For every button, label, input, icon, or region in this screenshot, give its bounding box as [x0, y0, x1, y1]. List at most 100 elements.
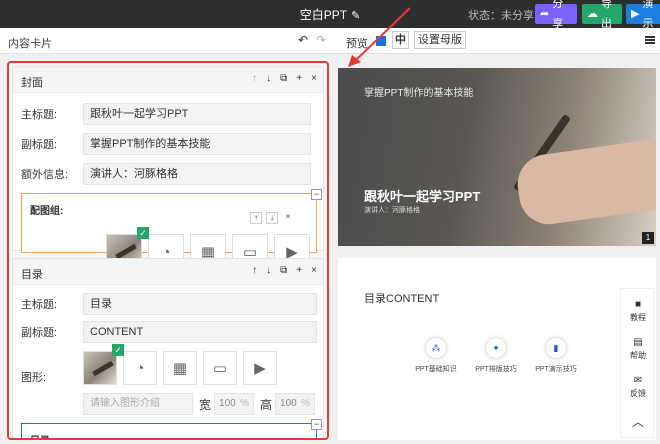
hand-image	[513, 137, 656, 229]
floating-help-panel: ■ 教程 ▤ 帮助 ✉ 反馈 ︿	[620, 288, 654, 438]
main-title-input[interactable]: 跟秋叶一起学习PPT	[83, 103, 311, 125]
tutorial-button[interactable]: ■ 教程	[621, 299, 655, 323]
image-group-ops: ↑ ↓ ×	[250, 212, 294, 224]
move-up-icon[interactable]: ↑	[250, 212, 262, 224]
graphic-intro-input[interactable]: 请输入图形介绍	[83, 393, 193, 415]
main-title-input[interactable]: 目录	[83, 293, 317, 315]
share-button[interactable]: ➦ 分享	[535, 0, 577, 30]
move-down-icon[interactable]: ↓	[266, 73, 271, 84]
card-list[interactable]: 封面 ↑ ↓ ⧉ + × 主标题: 跟秋叶一起学习PPT 副标题: 掌握PPT制…	[8, 58, 328, 440]
slide-title: 跟秋叶一起学习PPT	[364, 189, 481, 204]
graphic-row: 图形:	[21, 369, 83, 385]
main-title-row: 主标题: 跟秋叶一起学习PPT	[21, 103, 311, 125]
video-icon: ■	[634, 299, 642, 310]
height-label: 高	[260, 397, 273, 412]
height-input[interactable]: 100%	[275, 393, 316, 415]
slide-preview-toc[interactable]: 目录CONTENT ⁂ PPT基础知识 ✦ PPT排版技巧 ▮ PPT演示技巧	[338, 258, 656, 440]
toc-node: ⁂ PPT基础知识	[406, 338, 466, 374]
set-master-button[interactable]: 设置母版	[414, 31, 466, 49]
slide-presenter: 演讲人：河豚格格	[364, 207, 420, 214]
present-button[interactable]: ▶ 演示	[626, 0, 660, 30]
main-title-row: 主标题: 目录	[21, 293, 317, 315]
graphic-thumb-photo[interactable]: ✓	[83, 344, 124, 385]
image-group-title: 配图组:	[30, 206, 64, 217]
extra-info-input[interactable]: 演讲人：河豚格格	[83, 163, 311, 185]
toc-card: 目录 ↑ ↓ ⧉ + × 主标题: 目录 副标题: CONTENT 图形: ✓ …	[12, 258, 324, 440]
toc-node: ▮ PPT演示技巧	[526, 338, 586, 374]
delete-icon[interactable]: ×	[282, 212, 294, 224]
card-name: 目录	[21, 269, 43, 281]
extra-info-row: 额外信息: 演讲人：河豚格格	[21, 163, 311, 185]
slide-subtitle: 掌握PPT制作的基本技能	[364, 88, 474, 99]
width-setting: 宽 100%	[199, 393, 255, 415]
copy-icon[interactable]: ⧉	[280, 265, 287, 276]
table-icon[interactable]: ▦	[163, 351, 197, 385]
graphic-options: ✓ ◔ ▦ ▭ ▶	[83, 344, 277, 385]
copy-icon[interactable]: ⧉	[280, 73, 287, 84]
subtitle-row: 副标题: 掌握PPT制作的基本技能	[21, 133, 311, 155]
book-icon: ▤	[633, 337, 643, 348]
move-down-icon[interactable]: ↓	[266, 265, 271, 276]
graphic-label: 图形:	[21, 372, 47, 384]
card-name: 封面	[21, 77, 43, 89]
export-button[interactable]: ☁ 导出	[582, 0, 622, 30]
add-icon[interactable]: +	[296, 265, 302, 276]
node-icon: ⁂	[426, 338, 446, 358]
collapse-icon[interactable]: −	[311, 189, 322, 200]
main-title-label: 主标题:	[21, 109, 58, 121]
top-bar: 空白PPT ✎ 状态：未分享 ➦ 分享 ☁ 导出 ▶ 演示	[0, 0, 660, 30]
menu-icon[interactable]	[645, 36, 655, 44]
help-button[interactable]: ▤ 帮助	[621, 337, 655, 361]
cover-card: 封面 ↑ ↓ ⧉ + × 主标题: 跟秋叶一起学习PPT 副标题: 掌握PPT制…	[12, 66, 324, 270]
edit-pen-icon[interactable]: ✎	[351, 10, 360, 22]
toc-card-header: 目录 ↑ ↓ ⧉ + ×	[13, 259, 323, 285]
share-icon: ➦	[540, 8, 550, 20]
share-status: 状态：未分享	[468, 10, 534, 22]
subtitle-label: 副标题:	[21, 139, 58, 151]
height-setting: 高 100%	[260, 393, 316, 415]
move-up-icon[interactable]: ↑	[252, 265, 257, 276]
width-input[interactable]: 100%	[214, 393, 255, 415]
theme-color-swatch[interactable]	[376, 36, 386, 46]
move-down-icon[interactable]: ↓	[266, 212, 278, 224]
language-toggle[interactable]: 中	[392, 31, 409, 49]
delete-icon[interactable]: ×	[311, 265, 317, 276]
subtitle-input[interactable]: 掌握PPT制作的基本技能	[83, 133, 311, 155]
toc-node: ✦ PPT排版技巧	[466, 338, 526, 374]
back-to-top-icon[interactable]: ︿	[621, 413, 655, 430]
message-icon: ✉	[633, 375, 643, 386]
collapse-icon[interactable]: −	[311, 419, 322, 430]
add-icon[interactable]: +	[296, 73, 302, 84]
node-icon: ✦	[486, 338, 506, 358]
subtitle-label: 副标题:	[21, 327, 58, 339]
extra-info-label: 额外信息:	[21, 169, 69, 181]
video-icon[interactable]: ▶	[243, 351, 277, 385]
move-up-icon[interactable]: ↑	[252, 73, 257, 84]
slide-preview-cover[interactable]: 掌握PPT制作的基本技能 跟秋叶一起学习PPT 演讲人：河豚格格 1	[338, 68, 656, 246]
subtitle-input[interactable]: CONTENT	[83, 321, 317, 343]
toc-items-group: 目录: −	[21, 419, 322, 440]
node-icon: ▮	[546, 338, 566, 358]
play-icon: ▶	[631, 8, 640, 20]
redo-icon[interactable]: ↷	[316, 33, 326, 47]
delete-icon[interactable]: ×	[311, 73, 317, 84]
card-ops: ↑ ↓ ⧉ + ×	[252, 265, 317, 276]
main-title-label: 主标题:	[21, 299, 58, 311]
cover-card-header: 封面 ↑ ↓ ⧉ + ×	[13, 67, 323, 93]
terminal-icon[interactable]: ▭	[203, 351, 237, 385]
slide-number: 1	[642, 232, 654, 244]
feedback-button[interactable]: ✉ 反馈	[621, 375, 655, 399]
preview-label: 预览	[346, 38, 368, 50]
toc-items-title: 目录:	[30, 432, 53, 440]
graphic-settings: 请输入图形介绍 宽 100% 高 100%	[83, 393, 316, 415]
image-group: 配图组: − ↑ ↓ × ✓ ◔ ▦ ▭ ▶	[21, 189, 322, 270]
cloud-upload-icon: ☁	[587, 8, 598, 20]
toolbar: 内容卡片 ↶ ↷ 预览 中 设置母版	[0, 28, 660, 54]
subtitle-row: 副标题: CONTENT	[21, 321, 317, 343]
check-icon: ✓	[112, 344, 124, 356]
undo-icon[interactable]: ↶	[298, 33, 308, 47]
pie-chart-icon[interactable]: ◔	[123, 351, 157, 385]
width-label: 宽	[199, 397, 212, 412]
slide-toc-title: 目录CONTENT	[364, 293, 440, 305]
card-ops: ↑ ↓ ⧉ + ×	[252, 73, 317, 84]
